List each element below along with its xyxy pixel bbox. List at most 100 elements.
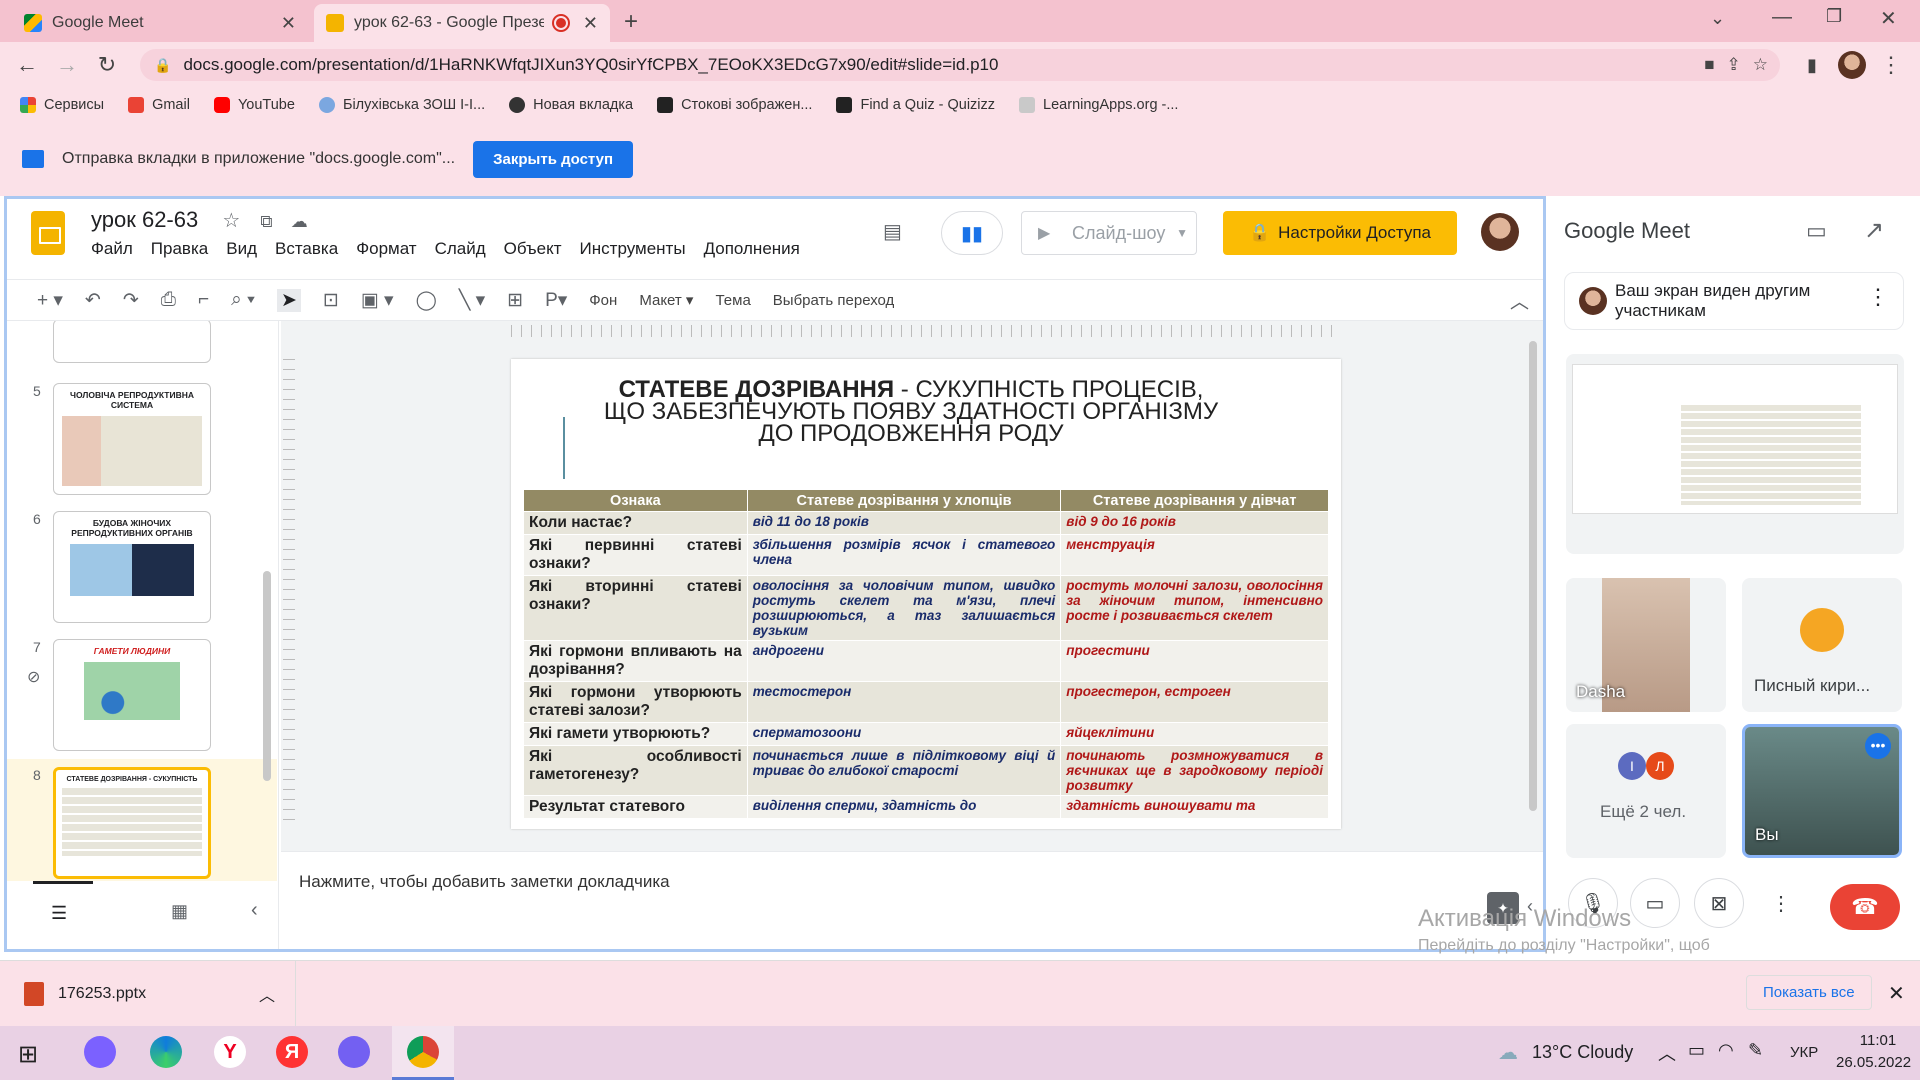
new-tab-icon[interactable]: +	[624, 8, 638, 36]
more-participants-tile[interactable]: І Л Ещё 2 чел.	[1566, 724, 1726, 858]
menu-tools[interactable]: Инструменты	[580, 239, 686, 259]
self-tile[interactable]: ••• Вы	[1742, 724, 1902, 858]
list-view-icon[interactable]: ☰	[51, 903, 67, 924]
slideshow-button[interactable]: ▶ Слайд-шоу ▼	[1021, 211, 1197, 255]
tile-options-icon[interactable]: •••	[1865, 733, 1891, 759]
collapse-toolbar-icon[interactable]: ︿	[1510, 287, 1529, 314]
share-page-icon[interactable]: ⇪	[1727, 55, 1741, 75]
open-in-new-icon[interactable]: ↗	[1864, 216, 1884, 245]
windows-start-icon[interactable]: ⊞	[18, 1040, 38, 1069]
battery-icon[interactable]: ▭	[1688, 1040, 1705, 1061]
slide-thumbnail-8[interactable]: СТАТЕВЕ ДОЗРІВАННЯ - СУКУПНІСТЬ	[53, 767, 211, 879]
wifi-icon[interactable]: ◠	[1718, 1040, 1734, 1061]
background-button[interactable]: Фон	[589, 292, 617, 309]
meet-present-icon[interactable]: ▮▮	[941, 211, 1003, 255]
speaker-notes[interactable]: Нажмите, чтобы добавить заметки докладчи…	[281, 851, 1543, 949]
yandex-icon[interactable]: Я	[276, 1036, 308, 1068]
participant-tile-dasha[interactable]: Dasha	[1566, 578, 1726, 712]
slide-title[interactable]: СТАТЕВЕ ДОЗРІВАННЯ - СУКУПНІСТЬ ПРОЦЕСІВ…	[601, 378, 1221, 446]
canvas-scrollbar[interactable]	[1529, 341, 1537, 811]
bookmark-gmail[interactable]: Gmail	[128, 97, 190, 113]
menu-slide[interactable]: Слайд	[435, 239, 486, 259]
bookmark-quizizz[interactable]: Find a Quiz - Quizizz	[836, 97, 995, 113]
menu-addons[interactable]: Дополнения	[704, 239, 800, 259]
share-button[interactable]: 🔒 Настройки Доступа	[1223, 211, 1457, 255]
move-folder-icon[interactable]: ⧉	[260, 212, 272, 231]
address-bar[interactable]: 🔒 docs.google.com/presentation/d/1HaRNKW…	[140, 49, 1780, 81]
minimize-icon[interactable]: —	[1772, 6, 1792, 29]
participant-tile-kirill[interactable]: Писный кири...	[1742, 578, 1902, 712]
image-icon[interactable]: ▣ ▾	[361, 289, 394, 312]
close-tab-icon[interactable]: ✕	[583, 13, 598, 34]
chrome-taskbar-button[interactable]	[392, 1026, 454, 1080]
assistant-icon[interactable]	[84, 1036, 116, 1068]
show-all-downloads-button[interactable]: Показать все	[1746, 975, 1872, 1010]
document-title[interactable]: урок 62-63 ☆ ⧉ ☁	[91, 207, 308, 233]
close-tab-icon[interactable]: ✕	[281, 13, 296, 34]
slide-thumbnail-6[interactable]: БУДОВА ЖІНОЧИХ РЕПРОДУКТИВНИХ ОРГАНІВ	[53, 511, 211, 623]
slide-thumbnail[interactable]	[53, 321, 211, 363]
tab-search-icon[interactable]: ⌄	[1710, 8, 1725, 29]
browser-menu-icon[interactable]: ⋮	[1876, 50, 1906, 80]
language-indicator[interactable]: УКР	[1790, 1044, 1818, 1061]
filmstrip-scrollbar[interactable]	[263, 571, 271, 781]
tab-slides[interactable]: урок 62-63 - Google Презен ✕	[314, 4, 610, 42]
new-slide-icon[interactable]: + ▾	[37, 289, 63, 312]
bookmark-services[interactable]: Сервисы	[20, 97, 104, 113]
star-icon[interactable]: ☆	[222, 210, 240, 232]
side-panel-icon[interactable]: ▮	[1797, 50, 1827, 80]
current-slide[interactable]: СТАТЕВЕ ДОЗРІВАННЯ - СУКУПНІСТЬ ПРОЦЕСІВ…	[511, 359, 1341, 829]
shape-icon[interactable]: ◯	[416, 289, 437, 312]
restore-icon[interactable]: ❐	[1826, 6, 1842, 27]
select-icon[interactable]: ➤	[276, 288, 301, 312]
slide-thumbnail-5[interactable]: ЧОЛОВІЧА РЕПРОДУКТИВНА СИСТЕМА	[53, 383, 211, 495]
download-item[interactable]: 176253.pptx ︿	[0, 961, 296, 1027]
slideshow-dropdown-icon[interactable]: ▼	[1176, 226, 1188, 240]
slide-table[interactable]: Ознака Статеве дозрівання у хлопців Стат…	[523, 489, 1329, 819]
close-window-icon[interactable]: ✕	[1880, 6, 1897, 31]
stop-sharing-button[interactable]: Закрыть доступ	[473, 140, 634, 178]
transition-button[interactable]: Выбрать переход	[773, 292, 895, 309]
profile-avatar[interactable]	[1838, 51, 1866, 79]
bookmark-stock[interactable]: Стокові зображен...	[657, 97, 812, 113]
grid-view-icon[interactable]: ▦	[171, 901, 188, 922]
theme-button[interactable]: Тема	[715, 292, 750, 309]
layout-button[interactable]: Макет ▾	[639, 291, 693, 309]
reload-icon[interactable]: ↻	[92, 50, 122, 80]
tab-google-meet[interactable]: Google Meet ✕	[12, 4, 308, 42]
menu-edit[interactable]: Правка	[151, 239, 208, 259]
clock-time[interactable]: 11:01	[1850, 1032, 1906, 1049]
edge-icon[interactable]	[150, 1036, 182, 1068]
bookmark-new-tab[interactable]: Новая вкладка	[509, 97, 633, 113]
menu-format[interactable]: Формат	[356, 239, 416, 259]
text-box-icon[interactable]: ⊡	[323, 289, 339, 312]
comments-icon[interactable]: ▤	[883, 219, 902, 244]
picture-in-picture-icon[interactable]: ▭	[1806, 218, 1827, 244]
screen-share-preview[interactable]	[1566, 354, 1904, 554]
back-icon[interactable]: ←	[12, 50, 42, 80]
more-options-icon[interactable]: ⋮	[1867, 286, 1889, 308]
menu-insert[interactable]: Вставка	[275, 239, 338, 259]
viber-icon[interactable]	[338, 1036, 370, 1068]
bookmark-youtube[interactable]: YouTube	[213, 97, 295, 113]
text-tools-icon[interactable]: P▾	[545, 289, 567, 312]
camera-in-use-icon[interactable]: ■	[1704, 55, 1714, 75]
menu-view[interactable]: Вид	[226, 239, 257, 259]
yandex-browser-icon[interactable]: Y	[214, 1036, 246, 1068]
bookmark-school[interactable]: Білухівська ЗОШ І-І...	[318, 97, 485, 113]
comment-add-icon[interactable]: ⊞	[507, 289, 523, 312]
account-avatar[interactable]	[1481, 213, 1519, 251]
bookmark-star-icon[interactable]: ☆	[1753, 55, 1768, 75]
bookmark-learningapps[interactable]: LearningApps.org -...	[1019, 97, 1178, 113]
print-icon[interactable]: ⎙	[161, 289, 176, 311]
slides-logo-icon[interactable]	[31, 211, 65, 255]
menu-file[interactable]: Файл	[91, 239, 133, 259]
pen-icon[interactable]: ✎	[1748, 1040, 1763, 1061]
collapse-filmstrip-icon[interactable]: ‹	[251, 899, 258, 922]
zoom-icon[interactable]: ⌕ ▾	[231, 289, 255, 311]
download-options-icon[interactable]: ︿	[259, 982, 275, 1006]
slide-thumbnail-7[interactable]: ГАМЕТИ ЛЮДИНИ	[53, 639, 211, 751]
paint-format-icon[interactable]: ⌐	[198, 289, 209, 311]
weather-text[interactable]: 13°C Cloudy	[1532, 1042, 1633, 1063]
menu-object[interactable]: Объект	[504, 239, 562, 259]
